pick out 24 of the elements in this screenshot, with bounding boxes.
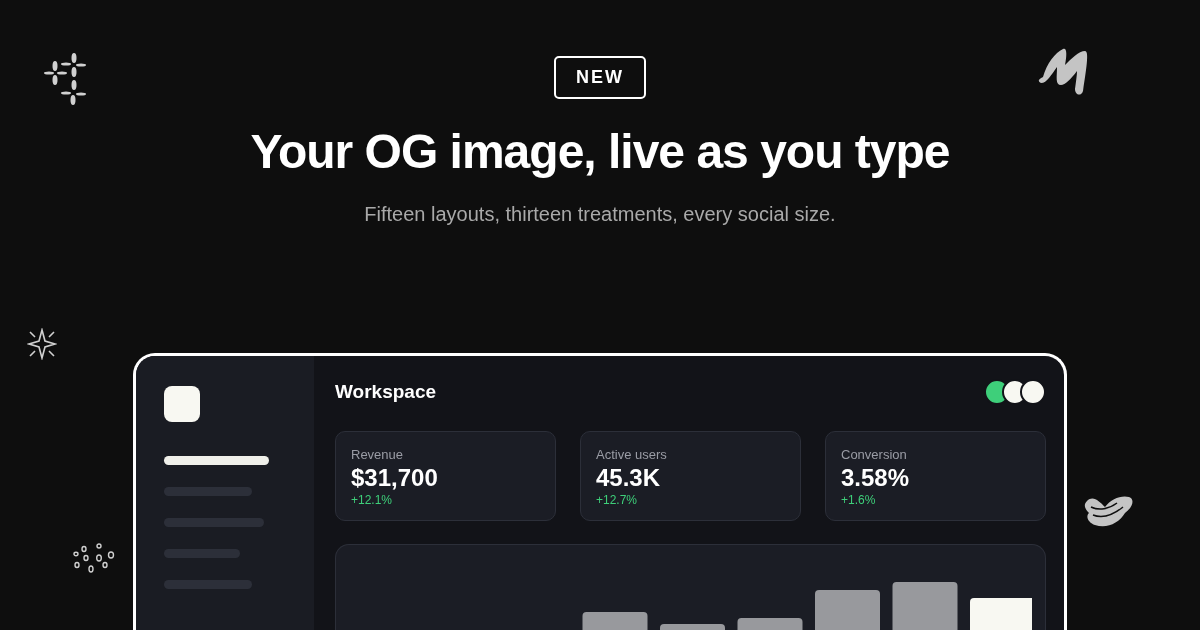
page-title: Workspace [335,380,437,404]
stat-change: +12.1% [351,492,394,507]
stat-change: +12.7% [596,492,639,507]
stat-value: 3.58% [841,462,911,493]
stat-value: 45.3K [596,462,662,493]
chart-bar [815,589,880,630]
chart-bar [970,597,1032,630]
chart-bar [582,611,648,630]
subtitle: Fifteen layouts, thirteen treatments, every social size. [364,202,836,226]
chart-bar [892,581,958,630]
headline: Your OG image, live as you type [250,124,950,180]
logo-icon [164,386,200,422]
stat-value: $31,700 [351,462,439,493]
chart-bar [737,617,803,630]
sparkle-icon [44,52,88,108]
dots-icon [73,543,116,573]
stat-label: Active users [596,446,668,463]
stat-label: Revenue [351,446,405,463]
nav-item[interactable] [164,456,269,465]
stat-change: +1.6% [841,492,877,507]
star-icon [27,328,57,360]
chart-bar [660,623,725,630]
stat-label: Conversion [841,446,908,463]
new-badge: NEW [554,56,646,99]
